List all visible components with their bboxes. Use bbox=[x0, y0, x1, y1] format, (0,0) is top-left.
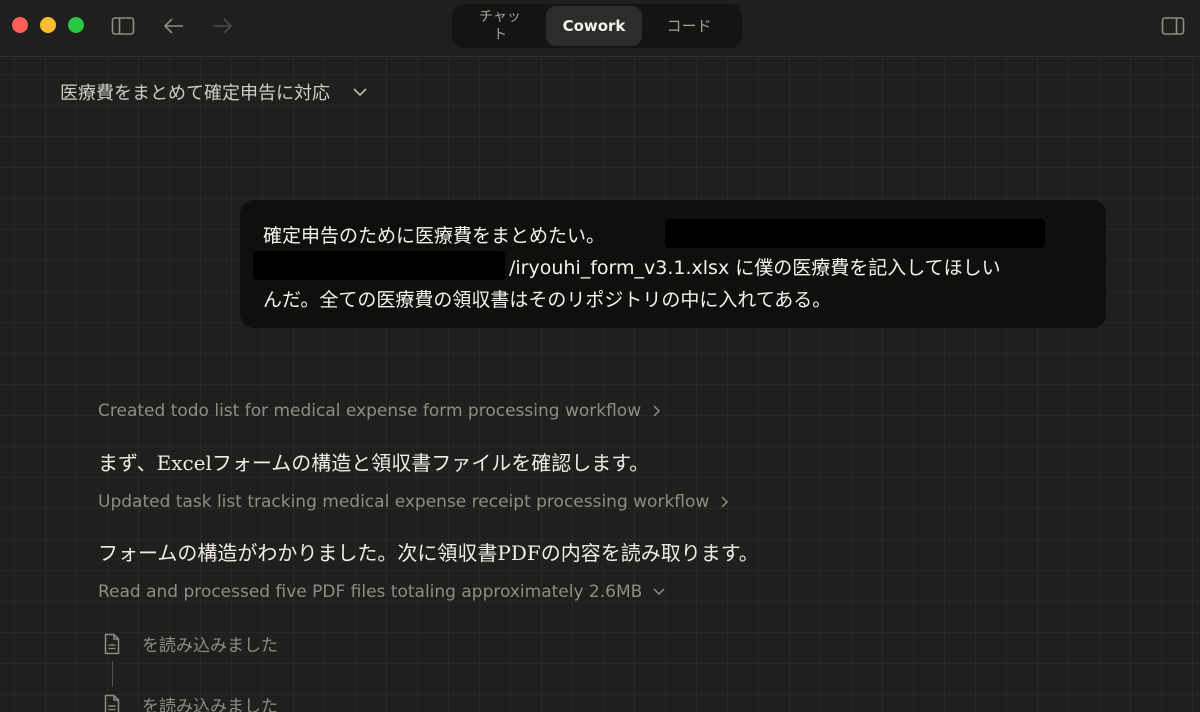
file-read-label: を読み込みました bbox=[142, 636, 278, 656]
tab-cowork[interactable]: Cowork bbox=[546, 6, 642, 46]
mode-switcher: チャット Cowork コード bbox=[452, 4, 742, 48]
tool-step-label: Created todo list for medical expense fo… bbox=[98, 401, 642, 421]
file-icon bbox=[100, 694, 124, 712]
arrow-right-icon[interactable] bbox=[210, 14, 234, 38]
panel-icon[interactable] bbox=[1161, 14, 1185, 38]
user-message-line-2: /iryouhi_form_v3.1.xlsx に僕の医療費を記入してほしい bbox=[509, 257, 1001, 279]
assistant-reply: フォームの構造がわかりました。次に領収書PDFの内容を読み取ります。 bbox=[98, 541, 759, 565]
chevron-down-icon bbox=[352, 87, 368, 97]
redacted-text bbox=[253, 251, 505, 280]
arrow-left-icon[interactable] bbox=[162, 14, 186, 38]
tab-code[interactable]: コード bbox=[642, 6, 736, 46]
tab-chat[interactable]: チャット bbox=[454, 6, 546, 46]
redacted-text bbox=[665, 219, 1045, 248]
minimize-window-button[interactable] bbox=[40, 17, 56, 33]
tool-step-task-update[interactable]: Updated task list tracking medical expen… bbox=[98, 492, 729, 512]
file-read-label: を読み込みました bbox=[142, 697, 278, 712]
assistant-reply: まず、Excelフォームの構造と領収書ファイルを確認します。 bbox=[98, 451, 650, 475]
chevron-down-icon bbox=[652, 587, 666, 597]
tool-step-label: Read and processed five PDF files totali… bbox=[98, 582, 643, 602]
user-message-line-1: 確定申告のために医療費をまとめたい。 bbox=[263, 225, 606, 247]
tool-step-label: Updated task list tracking medical expen… bbox=[98, 492, 710, 512]
chevron-right-icon bbox=[719, 495, 729, 509]
chevron-right-icon bbox=[651, 404, 661, 418]
app-window: チャット Cowork コード 医療費をまとめて確定申告に対応 確定申告のために… bbox=[0, 0, 1200, 712]
timeline-connector bbox=[112, 661, 113, 687]
tool-step-read-pdfs[interactable]: Read and processed five PDF files totali… bbox=[98, 582, 666, 602]
close-window-button[interactable] bbox=[12, 17, 28, 33]
user-message: 確定申告のために医療費をまとめたい。 /iryouhi_form_v3.1.xl… bbox=[240, 200, 1106, 328]
file-read-item[interactable]: を読み込みました bbox=[100, 692, 278, 712]
sidebar-icon[interactable] bbox=[111, 14, 135, 38]
file-read-item[interactable]: を読み込みました bbox=[100, 631, 278, 656]
title-bar: チャット Cowork コード bbox=[0, 0, 1200, 57]
file-icon bbox=[100, 633, 124, 655]
conversation-title-text: 医療費をまとめて確定申告に対応 bbox=[60, 83, 330, 104]
conversation-title[interactable]: 医療費をまとめて確定申告に対応 bbox=[60, 78, 368, 106]
user-message-line-3: んだ。全ての医療費の領収書はそのリポジトリの中に入れてある。 bbox=[263, 289, 832, 311]
zoom-window-button[interactable] bbox=[68, 17, 84, 33]
tool-step-todo[interactable]: Created todo list for medical expense fo… bbox=[98, 401, 661, 421]
